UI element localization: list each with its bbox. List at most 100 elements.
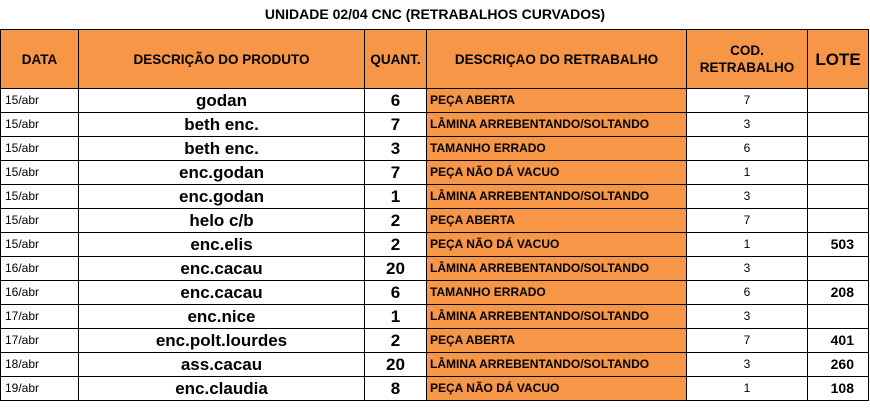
- cell-cod[interactable]: 7: [686, 208, 808, 233]
- cell-retrabalho[interactable]: PEÇA NÃO DÁ VACUO: [426, 376, 687, 401]
- cell-quant[interactable]: 3: [364, 136, 427, 161]
- cell-lote[interactable]: [807, 304, 869, 329]
- cell-quant[interactable]: 2: [364, 328, 427, 353]
- cell-cod[interactable]: 1: [686, 376, 808, 401]
- cell-cod[interactable]: 3: [686, 256, 808, 281]
- cell-lote[interactable]: 260: [807, 352, 869, 377]
- cell-lote[interactable]: 401: [807, 328, 869, 353]
- cell-cod[interactable]: 7: [686, 88, 808, 113]
- cell-lote[interactable]: [807, 136, 869, 161]
- cell-retrabalho[interactable]: LÂMINA ARREBENTANDO/SOLTANDO: [426, 304, 687, 329]
- cell-retrabalho[interactable]: PEÇA ABERTA: [426, 208, 687, 233]
- cell-quant[interactable]: 1: [364, 184, 427, 209]
- table-row: 15/abr beth enc. 3 TAMANHO ERRADO 6: [0, 136, 869, 161]
- table-row: 15/abr godan 6 PEÇA ABERTA 7: [0, 88, 869, 113]
- cell-produto[interactable]: helo c/b: [78, 208, 365, 233]
- cell-lote[interactable]: [807, 256, 869, 281]
- cell-data[interactable]: 16/abr: [0, 256, 79, 281]
- sheet-title: UNIDADE 02/04 CNC (RETRABALHOS CURVADOS): [264, 6, 606, 22]
- cell-quant[interactable]: 7: [364, 160, 427, 185]
- cell-quant[interactable]: 6: [364, 280, 427, 305]
- cell-cod[interactable]: 3: [686, 112, 808, 137]
- cell-cod[interactable]: 1: [686, 232, 808, 257]
- cell-data[interactable]: 15/abr: [0, 232, 79, 257]
- cell-produto[interactable]: enc.godan: [78, 184, 365, 209]
- cell-retrabalho[interactable]: TAMANHO ERRADO: [426, 280, 687, 305]
- cell-produto[interactable]: enc.claudia: [78, 376, 365, 401]
- cell-lote[interactable]: [807, 88, 869, 113]
- cell-quant[interactable]: 20: [364, 352, 427, 377]
- cell-cod[interactable]: 3: [686, 352, 808, 377]
- cell-quant[interactable]: 2: [364, 232, 427, 257]
- header-row: DATA DESCRIÇÃO DO PRODUTO QUANT. DESCRIÇ…: [0, 29, 869, 89]
- cell-produto[interactable]: godan: [78, 88, 365, 113]
- cell-cod[interactable]: 1: [686, 160, 808, 185]
- cell-lote[interactable]: [807, 160, 869, 185]
- table-row: 15/abr beth enc. 7 LÂMINA ARREBENTANDO/SOLT…: [0, 112, 869, 137]
- cell-retrabalho[interactable]: PEÇA NÃO DÁ VACUO: [426, 232, 687, 257]
- cell-data[interactable]: 15/abr: [0, 184, 79, 209]
- cell-retrabalho[interactable]: TAMANHO ERRADO: [426, 136, 687, 161]
- cell-lote[interactable]: [807, 112, 869, 137]
- cell-retrabalho[interactable]: LÂMINA ARREBENTANDO/SOLTANDO: [426, 112, 687, 137]
- header-retrabalho[interactable]: DESCRIÇAO DO RETRABALHO: [426, 29, 687, 89]
- cell-retrabalho[interactable]: PEÇA ABERTA: [426, 88, 687, 113]
- rework-table: DATA DESCRIÇÃO DO PRODUTO QUANT. DESCRIÇ…: [0, 29, 869, 401]
- table-row: 18/abr ass.cacau 20 LÂMINA ARREBENTANDO/SOL…: [0, 352, 869, 377]
- table-row: 17/abr enc.polt.lourdes 2 PEÇA ABERTA 7 401: [0, 328, 869, 353]
- header-lote[interactable]: LOTE: [807, 29, 869, 89]
- cell-cod[interactable]: 3: [686, 184, 808, 209]
- cell-produto[interactable]: enc.elis: [78, 232, 365, 257]
- header-quant[interactable]: QUANT.: [364, 29, 427, 89]
- cell-produto[interactable]: enc.cacau: [78, 256, 365, 281]
- header-data[interactable]: DATA: [0, 29, 79, 89]
- cell-data[interactable]: 17/abr: [0, 304, 79, 329]
- cell-produto[interactable]: enc.godan: [78, 160, 365, 185]
- cell-data[interactable]: 18/abr: [0, 352, 79, 377]
- cell-produto[interactable]: enc.polt.lourdes: [78, 328, 365, 353]
- cell-retrabalho[interactable]: PEÇA NÃO DÁ VACUO: [426, 160, 687, 185]
- cell-lote[interactable]: [807, 184, 869, 209]
- cell-lote[interactable]: 108: [807, 376, 869, 401]
- cell-data[interactable]: 15/abr: [0, 208, 79, 233]
- cell-data[interactable]: 15/abr: [0, 88, 79, 113]
- header-cod-retrabalho[interactable]: COD. RETRABALHO: [686, 29, 808, 89]
- header-produto[interactable]: DESCRIÇÃO DO PRODUTO: [78, 29, 365, 89]
- cell-quant[interactable]: 1: [364, 304, 427, 329]
- cell-quant[interactable]: 6: [364, 88, 427, 113]
- cell-retrabalho[interactable]: LÂMINA ARREBENTANDO/SOLTANDO: [426, 352, 687, 377]
- cell-data[interactable]: 15/abr: [0, 136, 79, 161]
- cell-lote[interactable]: 503: [807, 232, 869, 257]
- cell-quant[interactable]: 8: [364, 376, 427, 401]
- cell-lote[interactable]: 208: [807, 280, 869, 305]
- table-row: 17/abr enc.nice 1 LÂMINA ARREBENTANDO/SOLTA…: [0, 304, 869, 329]
- cell-produto[interactable]: enc.cacau: [78, 280, 365, 305]
- cell-produto[interactable]: beth enc.: [78, 136, 365, 161]
- cell-produto[interactable]: enc.nice: [78, 304, 365, 329]
- cell-data[interactable]: 16/abr: [0, 280, 79, 305]
- cell-data[interactable]: 17/abr: [0, 328, 79, 353]
- cell-retrabalho[interactable]: PEÇA ABERTA: [426, 328, 687, 353]
- header-cod-line1: COD.: [730, 43, 764, 58]
- table-row: 16/abr enc.cacau 20 LÂMINA ARREBENTANDO/SOL…: [0, 256, 869, 281]
- cell-cod[interactable]: 6: [686, 136, 808, 161]
- table-row: 19/abr enc.claudia 8 PEÇA NÃO DÁ VACUO 1 108: [0, 376, 869, 401]
- cell-quant[interactable]: 7: [364, 112, 427, 137]
- cell-produto[interactable]: ass.cacau: [78, 352, 365, 377]
- cell-data[interactable]: 15/abr: [0, 112, 79, 137]
- cell-quant[interactable]: 20: [364, 256, 427, 281]
- cell-cod[interactable]: 6: [686, 280, 808, 305]
- table-row: 16/abr enc.cacau 6 TAMANHO ERRADO 6 208: [0, 280, 869, 305]
- cell-produto[interactable]: beth enc.: [78, 112, 365, 137]
- cell-data[interactable]: 15/abr: [0, 160, 79, 185]
- cell-cod[interactable]: 7: [686, 328, 808, 353]
- header-cod-line2: RETRABALHO: [699, 60, 795, 75]
- table-row: 15/abr helo c/b 2 PEÇA ABERTA 7: [0, 208, 869, 233]
- cell-lote[interactable]: [807, 208, 869, 233]
- cell-cod[interactable]: 3: [686, 304, 808, 329]
- cell-quant[interactable]: 2: [364, 208, 427, 233]
- cell-data[interactable]: 19/abr: [0, 376, 79, 401]
- cell-retrabalho[interactable]: LÂMINA ARREBENTANDO/SOLTANDO: [426, 184, 687, 209]
- table-row: 15/abr enc.godan 1 LÂMINA ARREBENTANDO/SOLT…: [0, 184, 869, 209]
- cell-retrabalho[interactable]: LÂMINA ARREBENTANDO/SOLTANDO: [426, 256, 687, 281]
